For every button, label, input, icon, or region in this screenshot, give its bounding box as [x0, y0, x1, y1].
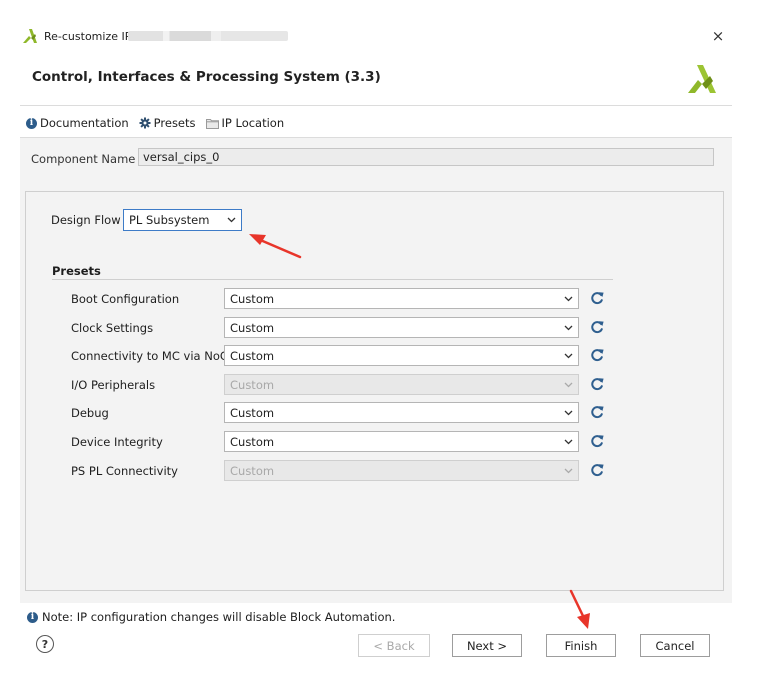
refresh-icon[interactable]: [589, 290, 605, 306]
chevron-down-icon: [564, 325, 573, 330]
note-line: i Note: IP configuration changes will di…: [27, 610, 395, 624]
preset-label: Boot Configuration: [71, 292, 180, 306]
component-name-field[interactable]: versal_cips_0: [138, 148, 714, 166]
info-icon: i: [26, 117, 37, 129]
preset-value: Custom: [230, 405, 275, 420]
refresh-icon[interactable]: [589, 347, 605, 363]
preset-select[interactable]: Custom: [224, 345, 579, 366]
finish-button[interactable]: Finish: [546, 634, 616, 657]
info-icon: i: [27, 611, 38, 623]
chevron-down-icon: [227, 217, 236, 223]
documentation-label: Documentation: [40, 116, 129, 130]
preset-select: Custom: [224, 374, 579, 395]
toolbar: i Documentation Presets IP Location: [26, 115, 284, 131]
chevron-down-icon: [564, 439, 573, 444]
preset-label: Connectivity to MC via NoC: [71, 349, 228, 363]
cancel-button[interactable]: Cancel: [640, 634, 710, 657]
chevron-down-icon: [564, 382, 573, 387]
preset-value: Custom: [230, 377, 275, 392]
refresh-icon[interactable]: [589, 462, 605, 478]
presets-menu[interactable]: Presets: [139, 116, 196, 130]
preset-label: Device Integrity: [71, 435, 163, 449]
preset-value: Custom: [230, 320, 275, 335]
refresh-icon[interactable]: [589, 319, 605, 335]
window-title: Re-customize IP: [44, 30, 132, 43]
preset-label: Debug: [71, 406, 109, 420]
design-flow-label: Design Flow: [51, 213, 121, 227]
folder-icon: [205, 118, 219, 129]
header-divider: [20, 105, 732, 106]
xilinx-logo-icon: [23, 29, 37, 43]
redacted-region: [128, 31, 288, 41]
close-button[interactable]: ×: [708, 26, 728, 46]
preset-value: Custom: [230, 463, 275, 478]
presets-heading: Presets: [52, 264, 101, 278]
back-button[interactable]: < Back: [358, 634, 430, 657]
preset-label: I/O Peripherals: [71, 378, 156, 392]
preset-select[interactable]: Custom: [224, 431, 579, 452]
preset-select[interactable]: Custom: [224, 317, 579, 338]
documentation-link[interactable]: i Documentation: [26, 116, 129, 130]
next-button[interactable]: Next >: [452, 634, 522, 657]
preset-select[interactable]: Custom: [224, 288, 579, 309]
ip-title: Control, Interfaces & Processing System …: [32, 69, 381, 85]
gear-icon: [139, 117, 151, 129]
ip-location-link[interactable]: IP Location: [205, 116, 285, 130]
xilinx-logo-large-icon: [688, 65, 716, 93]
chevron-down-icon: [564, 410, 573, 415]
preset-label: PS PL Connectivity: [71, 464, 178, 478]
note-text: Note: IP configuration changes will disa…: [42, 610, 396, 624]
preset-select: Custom: [224, 460, 579, 481]
presets-label: Presets: [153, 116, 196, 130]
refresh-icon[interactable]: [589, 404, 605, 420]
design-flow-select[interactable]: PL Subsystem: [123, 209, 242, 231]
preset-select[interactable]: Custom: [224, 402, 579, 423]
refresh-icon[interactable]: [589, 376, 605, 392]
preset-label: Clock Settings: [71, 321, 154, 335]
preset-value: Custom: [230, 434, 275, 449]
preset-value: Custom: [230, 291, 275, 306]
preset-value: Custom: [230, 348, 275, 363]
refresh-icon[interactable]: [589, 433, 605, 449]
design-flow-value: PL Subsystem: [129, 213, 210, 227]
help-button[interactable]: ?: [36, 635, 54, 653]
chevron-down-icon: [564, 468, 573, 473]
chevron-down-icon: [564, 296, 573, 301]
component-name-label: Component Name: [31, 152, 136, 166]
presets-divider: [52, 279, 613, 280]
chevron-down-icon: [564, 353, 573, 358]
ip-location-label: IP Location: [221, 116, 285, 130]
